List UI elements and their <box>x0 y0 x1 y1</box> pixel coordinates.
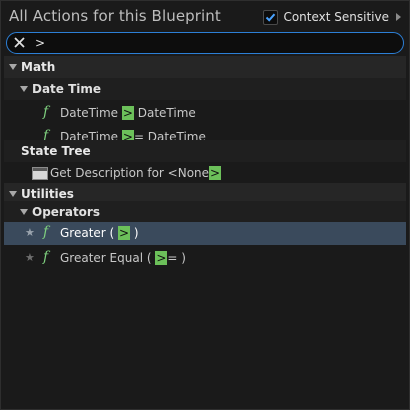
function-icon: f <box>43 249 49 265</box>
menu-header: All Actions for this Blueprint Context S… <box>1 1 409 31</box>
favorite-star-icon[interactable]: ★ <box>25 226 35 239</box>
action-item[interactable]: ★ f Greater Equal ( >= ) <box>4 247 406 269</box>
action-label: Get Description for <None> <box>50 166 222 180</box>
action-label: Greater Equal ( >= ) <box>60 251 186 265</box>
search-input[interactable] <box>35 34 385 52</box>
action-menu-panel: All Actions for this Blueprint Context S… <box>0 0 410 410</box>
expand-arrow-icon[interactable] <box>396 13 401 21</box>
search-match: > <box>121 106 134 120</box>
category-label: Utilities <box>21 187 74 201</box>
node-icon <box>32 167 48 180</box>
category-label: Math <box>21 60 56 74</box>
subcategory-date-time[interactable]: Date Time <box>4 78 406 100</box>
action-item[interactable]: f DateTime > DateTime <box>4 102 406 124</box>
search-match: > <box>118 226 131 240</box>
collapse-arrow-icon[interactable] <box>20 209 28 215</box>
subcategory-label: Date Time <box>32 82 102 96</box>
action-label: DateTime > DateTime <box>60 106 196 120</box>
context-sensitive-toggle[interactable]: Context Sensitive <box>263 8 401 26</box>
action-item[interactable]: Get Description for <None> <box>4 162 406 184</box>
search-match: > <box>209 166 222 180</box>
subcategory-operators[interactable]: Operators <box>4 201 406 223</box>
collapse-arrow-icon[interactable] <box>20 86 28 92</box>
check-icon <box>266 13 276 22</box>
favorite-star-icon[interactable]: ★ <box>25 251 35 264</box>
search-match: > <box>155 251 168 265</box>
context-sensitive-label: Context Sensitive <box>283 10 389 24</box>
search-box[interactable] <box>6 32 404 54</box>
function-icon: f <box>43 104 49 120</box>
subcategory-label: Operators <box>32 205 100 219</box>
category-math[interactable]: Math <box>4 56 406 78</box>
collapse-arrow-icon[interactable] <box>9 64 17 70</box>
action-item-selected[interactable]: ★ f Greater ( > ) <box>4 222 406 245</box>
menu-title: All Actions for this Blueprint <box>9 7 221 25</box>
context-sensitive-checkbox[interactable] <box>263 9 279 25</box>
collapse-arrow-icon[interactable] <box>9 191 17 197</box>
clear-search-icon[interactable] <box>13 36 26 49</box>
function-icon: f <box>43 224 49 240</box>
action-label: Greater ( > ) <box>60 226 139 240</box>
category-state-tree[interactable]: State Tree <box>4 140 406 162</box>
category-label: State Tree <box>21 144 91 158</box>
